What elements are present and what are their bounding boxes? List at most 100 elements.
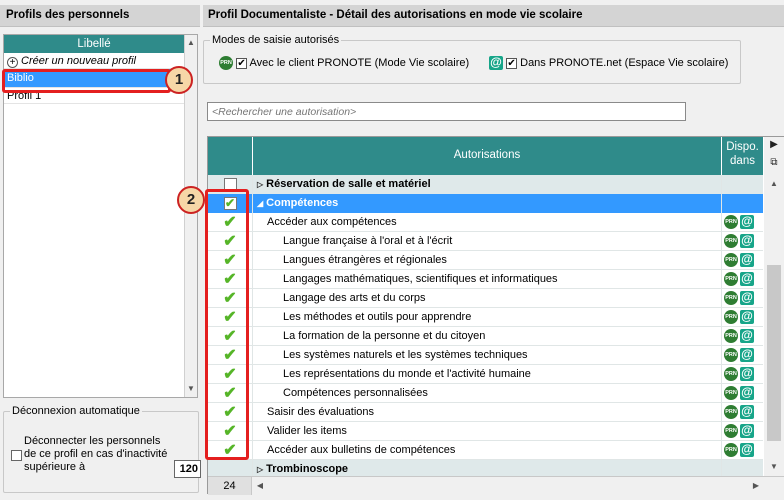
table-row[interactable]: ✔ Valider les items PRN @ <box>208 422 763 441</box>
table-row[interactable]: ✔ Langage des arts et du corps PRN @ <box>208 289 763 308</box>
plus-icon: + <box>7 57 18 68</box>
expand-right-icon[interactable]: ▶ <box>767 138 781 152</box>
table-row[interactable]: ✔ Les systèmes naturels et les systèmes t… <box>208 346 763 365</box>
row-label: Saisir des évaluations <box>267 406 375 418</box>
table-body: ▷ Réservation de salle et matériel ✔ ◢ Compé… <box>208 175 763 476</box>
row-label-cell: Accéder aux bulletins de compétences <box>252 441 721 460</box>
scroll-down-icon[interactable]: ▼ <box>185 383 197 395</box>
inactivity-minutes-input[interactable]: 120 <box>174 460 201 478</box>
table-row[interactable]: ✔ Saisir des évaluations PRN @ <box>208 403 763 422</box>
row-label-cell: Les systèmes naturels et les systèmes te… <box>252 346 721 365</box>
table-row[interactable]: ✔ Langages mathématiques, scientifiques e… <box>208 270 763 289</box>
row-label-cell: Les représentations du monde et l'activi… <box>252 365 721 384</box>
row-label-cell: ◢ Compétences <box>252 194 721 213</box>
table-row[interactable]: ▷ Trombinoscope <box>208 460 763 476</box>
pronote-net-icon: @ <box>489 55 503 70</box>
pronote-client-icon: PRN <box>724 386 738 400</box>
row-label-cell: Valider les items <box>252 422 721 441</box>
row-dispo-cell: PRN @ <box>721 441 763 460</box>
modes-group: Modes de saisie autorisés PRN ✔ Avec le … <box>203 34 741 84</box>
table-row[interactable]: ✔ Langues étrangères et régionales PRN @ <box>208 251 763 270</box>
copy-icon[interactable]: ⧉ <box>767 156 781 170</box>
pronote-net-icon: @ <box>740 271 754 286</box>
create-profile-button[interactable]: + Créer un nouveau profil <box>4 53 184 69</box>
row-label-cell: ▷ Trombinoscope <box>252 460 721 476</box>
row-dispo-cell: PRN @ <box>721 213 763 232</box>
pronote-client-icon: PRN <box>724 215 738 229</box>
pronote-net-icon: @ <box>740 328 754 343</box>
right-panel-title: Profil Documentaliste - Détail des autor… <box>203 5 784 27</box>
column-header-autorisations[interactable]: Autorisations <box>252 137 721 175</box>
search-input[interactable] <box>207 102 686 121</box>
row-dispo-cell: PRN @ <box>721 346 763 365</box>
table-header: Autorisations Dispo. dans <box>208 137 763 175</box>
table-row[interactable]: ✔ Les représentations du monde et l'activ… <box>208 365 763 384</box>
row-label: Compétences personnalisées <box>283 387 428 399</box>
pronote-net-icon: @ <box>740 309 754 324</box>
pronote-client-icon: PRN <box>724 424 738 438</box>
row-dispo-cell <box>721 194 763 213</box>
pronote-client-icon: PRN <box>219 56 233 70</box>
pronote-client-icon: PRN <box>724 272 738 286</box>
table-row[interactable]: ✔ Accéder aux compétences PRN @ <box>208 213 763 232</box>
table-row[interactable]: ✔ Accéder aux bulletins de compétences PRN… <box>208 441 763 460</box>
row-dispo-cell: PRN @ <box>721 384 763 403</box>
callout-highlight-1 <box>2 69 171 93</box>
table-row[interactable]: ✔ Compétences personnalisées PRN @ <box>208 384 763 403</box>
row-label-cell: La formation de la personne et du citoye… <box>252 327 721 346</box>
table-row[interactable]: ✔ Langue française à l'oral et à l'écrit P… <box>208 232 763 251</box>
row-label-cell: Les méthodes et outils pour apprendre <box>252 308 721 327</box>
table-row[interactable]: ▷ Réservation de salle et matériel <box>208 175 763 194</box>
row-checkbox[interactable] <box>208 460 252 476</box>
pronote-net-icon: @ <box>740 442 754 457</box>
scroll-up-icon[interactable]: ▲ <box>185 37 197 49</box>
pronote-client-icon: PRN <box>724 310 738 324</box>
row-label-cell: Langue française à l'oral et à l'écrit <box>252 232 721 251</box>
collapsed-triangle-icon[interactable]: ▷ <box>257 465 263 474</box>
scroll-down-icon[interactable]: ▼ <box>767 460 781 474</box>
pronote-net-icon: @ <box>740 385 754 400</box>
scroll-right-icon[interactable]: ▶ <box>750 479 762 493</box>
expanded-triangle-icon[interactable]: ◢ <box>257 199 263 208</box>
column-header-dispo[interactable]: Dispo. dans <box>721 137 763 175</box>
deconnexion-group: Déconnexion automatique Déconnecter les … <box>3 405 201 493</box>
row-label-cell: Langages mathématiques, scientifiques et… <box>252 270 721 289</box>
scroll-up-icon[interactable]: ▲ <box>767 177 781 191</box>
table-row[interactable]: ✔ Les méthodes et outils pour apprendre PR… <box>208 308 763 327</box>
pronote-net-icon: @ <box>740 252 754 267</box>
pronote-net-icon: @ <box>740 233 754 248</box>
table-row[interactable]: ✔ ◢ Compétences <box>208 194 763 213</box>
row-dispo-cell: PRN @ <box>721 289 763 308</box>
scroll-left-icon[interactable]: ◀ <box>254 479 266 493</box>
modes-title: Modes de saisie autorisés <box>210 34 342 46</box>
table-scrollbar[interactable]: ▲ ▼ <box>764 175 784 476</box>
row-label-cell: Accéder aux compétences <box>252 213 721 232</box>
pronote-client-icon: PRN <box>724 329 738 343</box>
row-dispo-cell: PRN @ <box>721 422 763 441</box>
deconnexion-checkbox[interactable] <box>11 450 22 461</box>
pronote-client-icon: PRN <box>724 405 738 419</box>
pronote-client-icon: PRN <box>724 234 738 248</box>
pronote-client-icon: PRN <box>724 348 738 362</box>
mode-client-label: Avec le client PRONOTE (Mode Vie scolair… <box>249 56 470 69</box>
row-dispo-cell: PRN @ <box>721 327 763 346</box>
collapsed-triangle-icon[interactable]: ▷ <box>257 180 263 189</box>
table-side-tools: ▶ ⧉ <box>764 137 784 175</box>
pronote-net-icon: @ <box>740 214 754 229</box>
table-row[interactable]: ✔ La formation de la personne et du citoy… <box>208 327 763 346</box>
deconnexion-text: Déconnecter les personnels de ce profil … <box>24 435 168 473</box>
horizontal-scrollbar[interactable]: ◀ ▶ <box>254 479 762 493</box>
callout-number-1: 1 <box>165 66 193 94</box>
row-label: Les systèmes naturels et les systèmes te… <box>283 349 528 361</box>
dispo-header-line1: Dispo. <box>726 141 759 153</box>
row-dispo-cell: PRN @ <box>721 232 763 251</box>
row-label: Valider les items <box>267 425 347 437</box>
mode-net-checkbox[interactable]: ✔ <box>506 57 518 69</box>
pronote-net-icon: @ <box>740 423 754 438</box>
deconnexion-title: Déconnexion automatique <box>10 405 142 417</box>
mode-client-checkbox[interactable]: ✔ <box>236 57 248 69</box>
create-profile-label: Créer un nouveau profil <box>21 55 136 67</box>
row-label: Accéder aux compétences <box>267 216 397 228</box>
row-count: 24 <box>208 477 252 495</box>
scroll-thumb[interactable] <box>767 265 781 441</box>
